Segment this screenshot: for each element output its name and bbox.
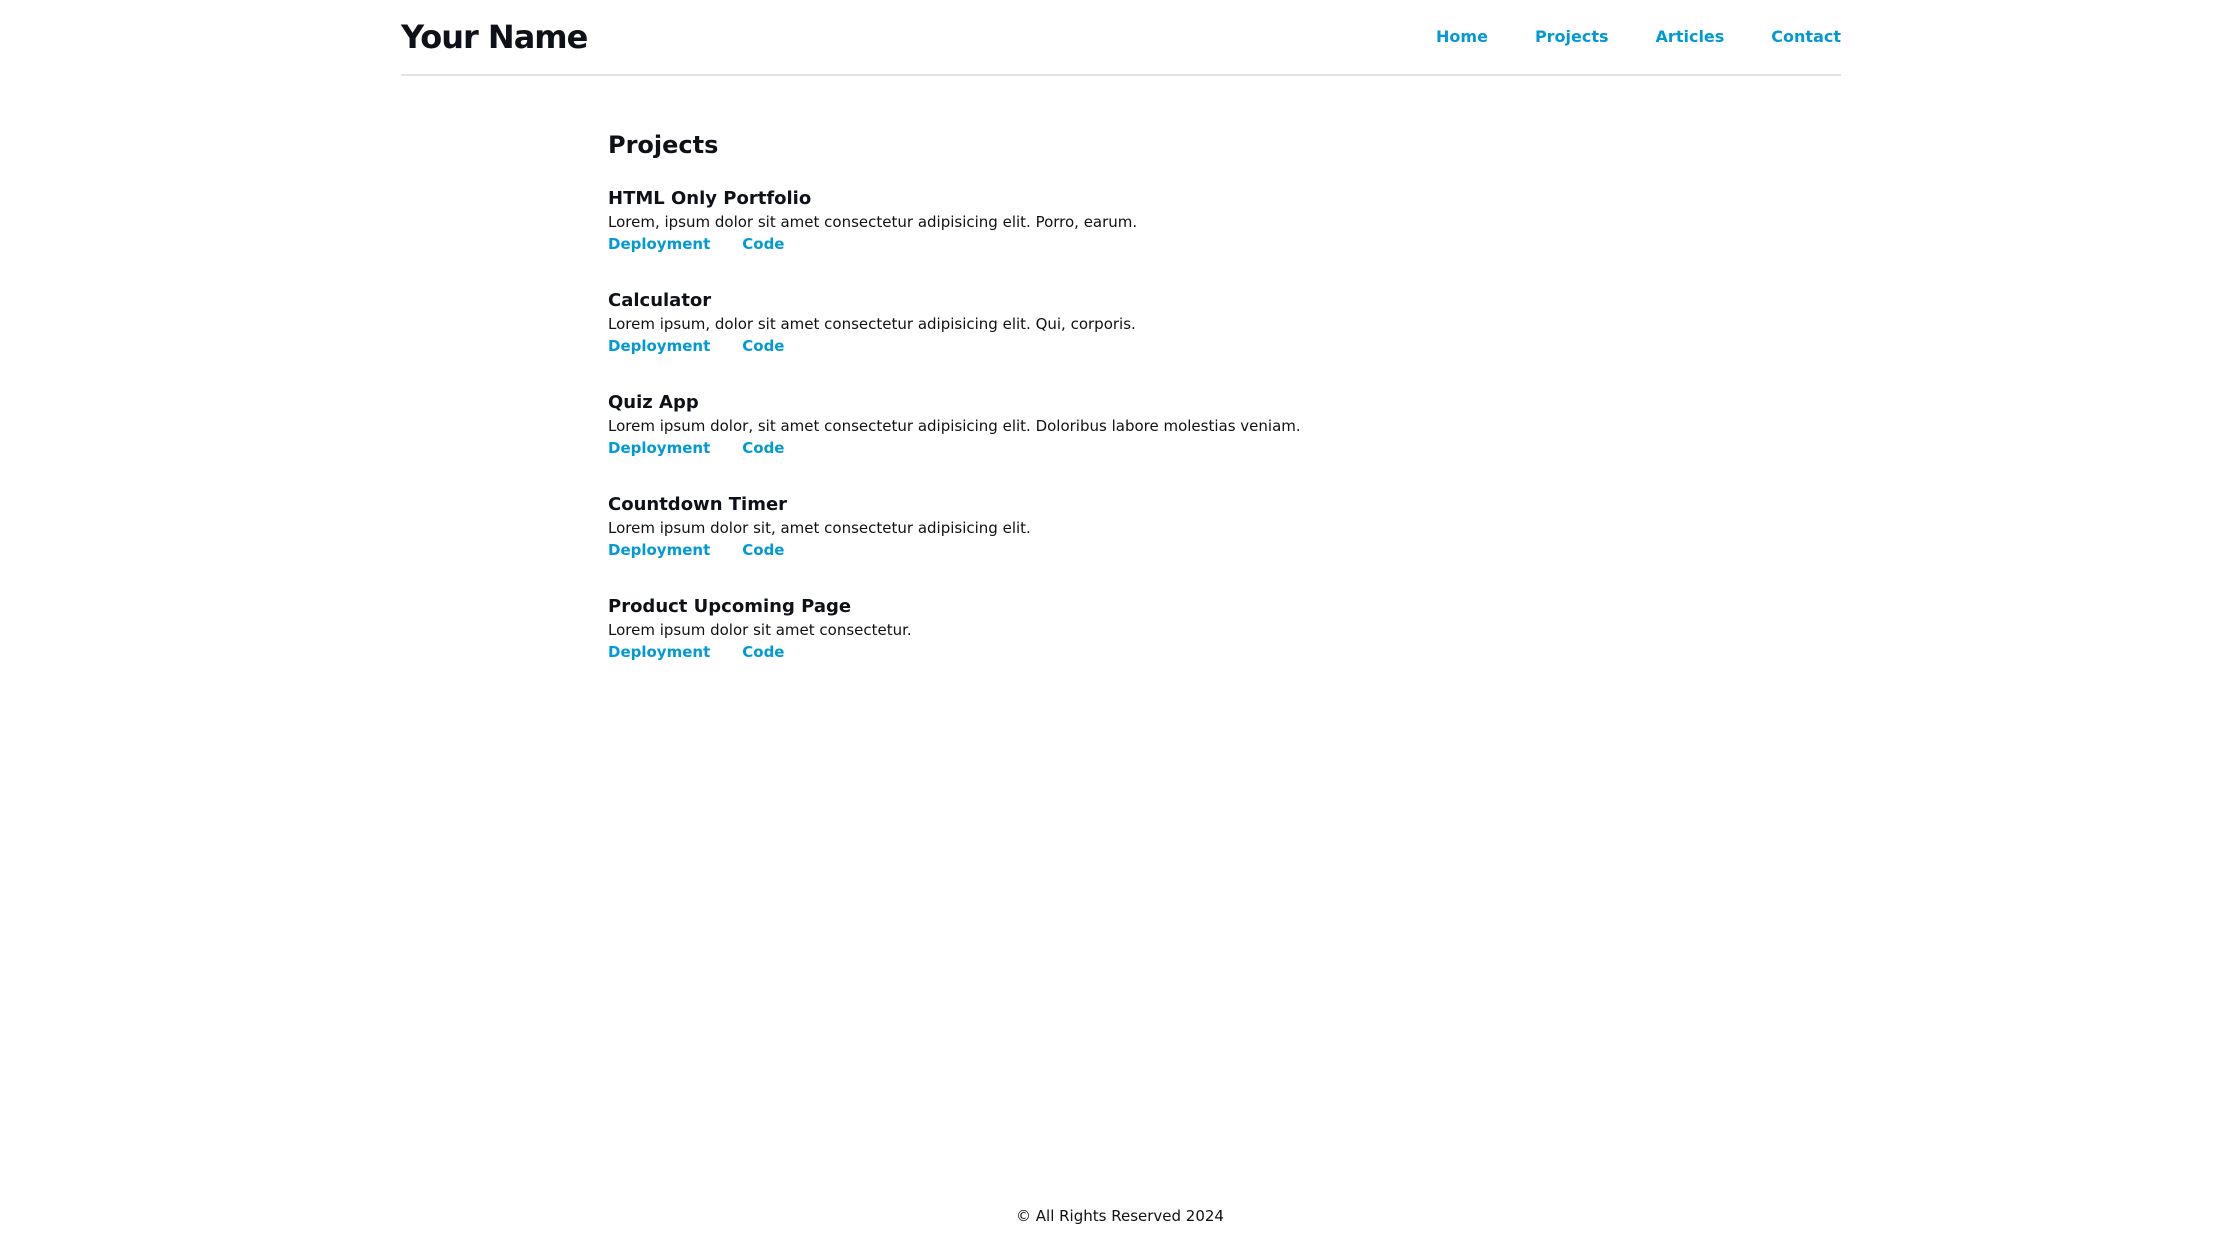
copyright-text: © All Rights Reserved 2024 (1016, 1207, 1224, 1225)
project-card: Calculator Lorem ipsum, dolor sit amet c… (608, 289, 1632, 391)
page-title: Projects (608, 131, 719, 159)
main-content: Projects HTML Only Portfolio Lorem, ipsu… (608, 128, 1632, 697)
project-links: Deployment Code (608, 233, 1632, 255)
deployment-link[interactable]: Deployment (608, 233, 710, 255)
project-card: Quiz App Lorem ipsum dolor, sit amet con… (608, 391, 1632, 493)
deployment-link[interactable]: Deployment (608, 437, 710, 459)
code-link[interactable]: Code (742, 539, 784, 561)
code-link[interactable]: Code (742, 641, 784, 663)
code-link[interactable]: Code (742, 233, 784, 255)
project-description: Lorem ipsum, dolor sit amet consectetur … (608, 315, 1136, 333)
primary-nav: Home Projects Articles Contact (1436, 26, 1841, 48)
code-link[interactable]: Code (742, 437, 784, 459)
project-description: Lorem, ipsum dolor sit amet consectetur … (608, 213, 1138, 231)
deployment-link[interactable]: Deployment (608, 335, 710, 357)
project-description: Lorem ipsum dolor sit amet consectetur. (608, 621, 912, 639)
project-links: Deployment Code (608, 437, 1632, 459)
project-title: Product Upcoming Page (608, 596, 852, 617)
project-title: HTML Only Portfolio (608, 188, 812, 209)
project-card: Countdown Timer Lorem ipsum dolor sit, a… (608, 493, 1632, 595)
project-description: Lorem ipsum dolor sit, amet consectetur … (608, 519, 1031, 537)
project-description: Lorem ipsum dolor, sit amet consectetur … (608, 417, 1301, 435)
nav-link-home[interactable]: Home (1436, 26, 1488, 48)
project-title: Calculator (608, 290, 712, 311)
project-title: Countdown Timer (608, 494, 788, 515)
deployment-link[interactable]: Deployment (608, 641, 710, 663)
site-title: Your Name (401, 18, 588, 56)
site-footer: © All Rights Reserved 2024 (0, 1205, 2240, 1227)
project-list: HTML Only Portfolio Lorem, ipsum dolor s… (608, 187, 1632, 697)
project-links: Deployment Code (608, 335, 1632, 357)
project-title: Quiz App (608, 392, 699, 413)
project-links: Deployment Code (608, 641, 1632, 663)
code-link[interactable]: Code (742, 335, 784, 357)
nav-link-projects[interactable]: Projects (1535, 26, 1609, 48)
nav-link-contact[interactable]: Contact (1771, 26, 1841, 48)
deployment-link[interactable]: Deployment (608, 539, 710, 561)
project-card: Product Upcoming Page Lorem ipsum dolor … (608, 595, 1632, 697)
site-header: Your Name Home Projects Articles Contact (401, 0, 1841, 76)
project-links: Deployment Code (608, 539, 1632, 561)
nav-link-articles[interactable]: Articles (1656, 26, 1725, 48)
project-card: HTML Only Portfolio Lorem, ipsum dolor s… (608, 187, 1632, 289)
